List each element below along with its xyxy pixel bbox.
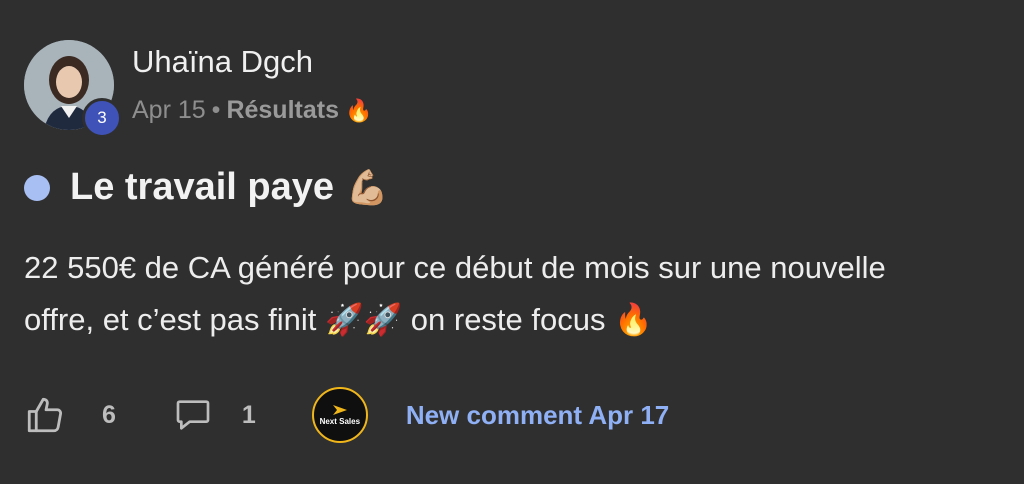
level-badge: 3 bbox=[82, 98, 122, 138]
post-card[interactable]: 3 Uhaïna Dgch Apr 15 • Résultats 🔥 Le tr… bbox=[0, 0, 1024, 484]
fire-icon: 🔥 bbox=[344, 97, 373, 123]
post-footer: 6 1 Next Sales New comment Apr 17 bbox=[24, 386, 669, 444]
next-sales-logo-icon bbox=[332, 405, 347, 415]
category-label[interactable]: Résultats bbox=[226, 96, 339, 125]
comment-icon bbox=[176, 400, 210, 430]
new-comment-link[interactable]: New comment Apr 17 bbox=[406, 400, 669, 431]
post-meta: Apr 15 • Résultats 🔥 bbox=[132, 96, 372, 125]
unread-indicator bbox=[24, 174, 50, 201]
author-name[interactable]: Uhaïna Dgch bbox=[132, 44, 313, 80]
post-date: Apr 15 bbox=[132, 96, 206, 124]
post-body: 22 550€ de CA généré pour ce début de mo… bbox=[24, 250, 886, 337]
post-title[interactable]: Le travail paye bbox=[70, 166, 334, 209]
like-button[interactable]: 6 bbox=[24, 394, 116, 436]
author-avatar-wrap[interactable]: 3 bbox=[24, 40, 122, 138]
title-row: Le travail paye 💪🏼 bbox=[24, 166, 388, 209]
thumbs-up-icon bbox=[27, 397, 63, 433]
comment-button[interactable]: 1 bbox=[172, 395, 256, 435]
comment-count: 1 bbox=[241, 400, 256, 429]
like-count: 6 bbox=[102, 400, 116, 429]
brand-logo-text: Next Sales bbox=[319, 417, 361, 426]
flexed-bicep-icon: 💪🏼 bbox=[346, 168, 389, 207]
meta-separator: • bbox=[211, 96, 221, 124]
commenter-avatar[interactable]: Next Sales bbox=[311, 387, 368, 443]
